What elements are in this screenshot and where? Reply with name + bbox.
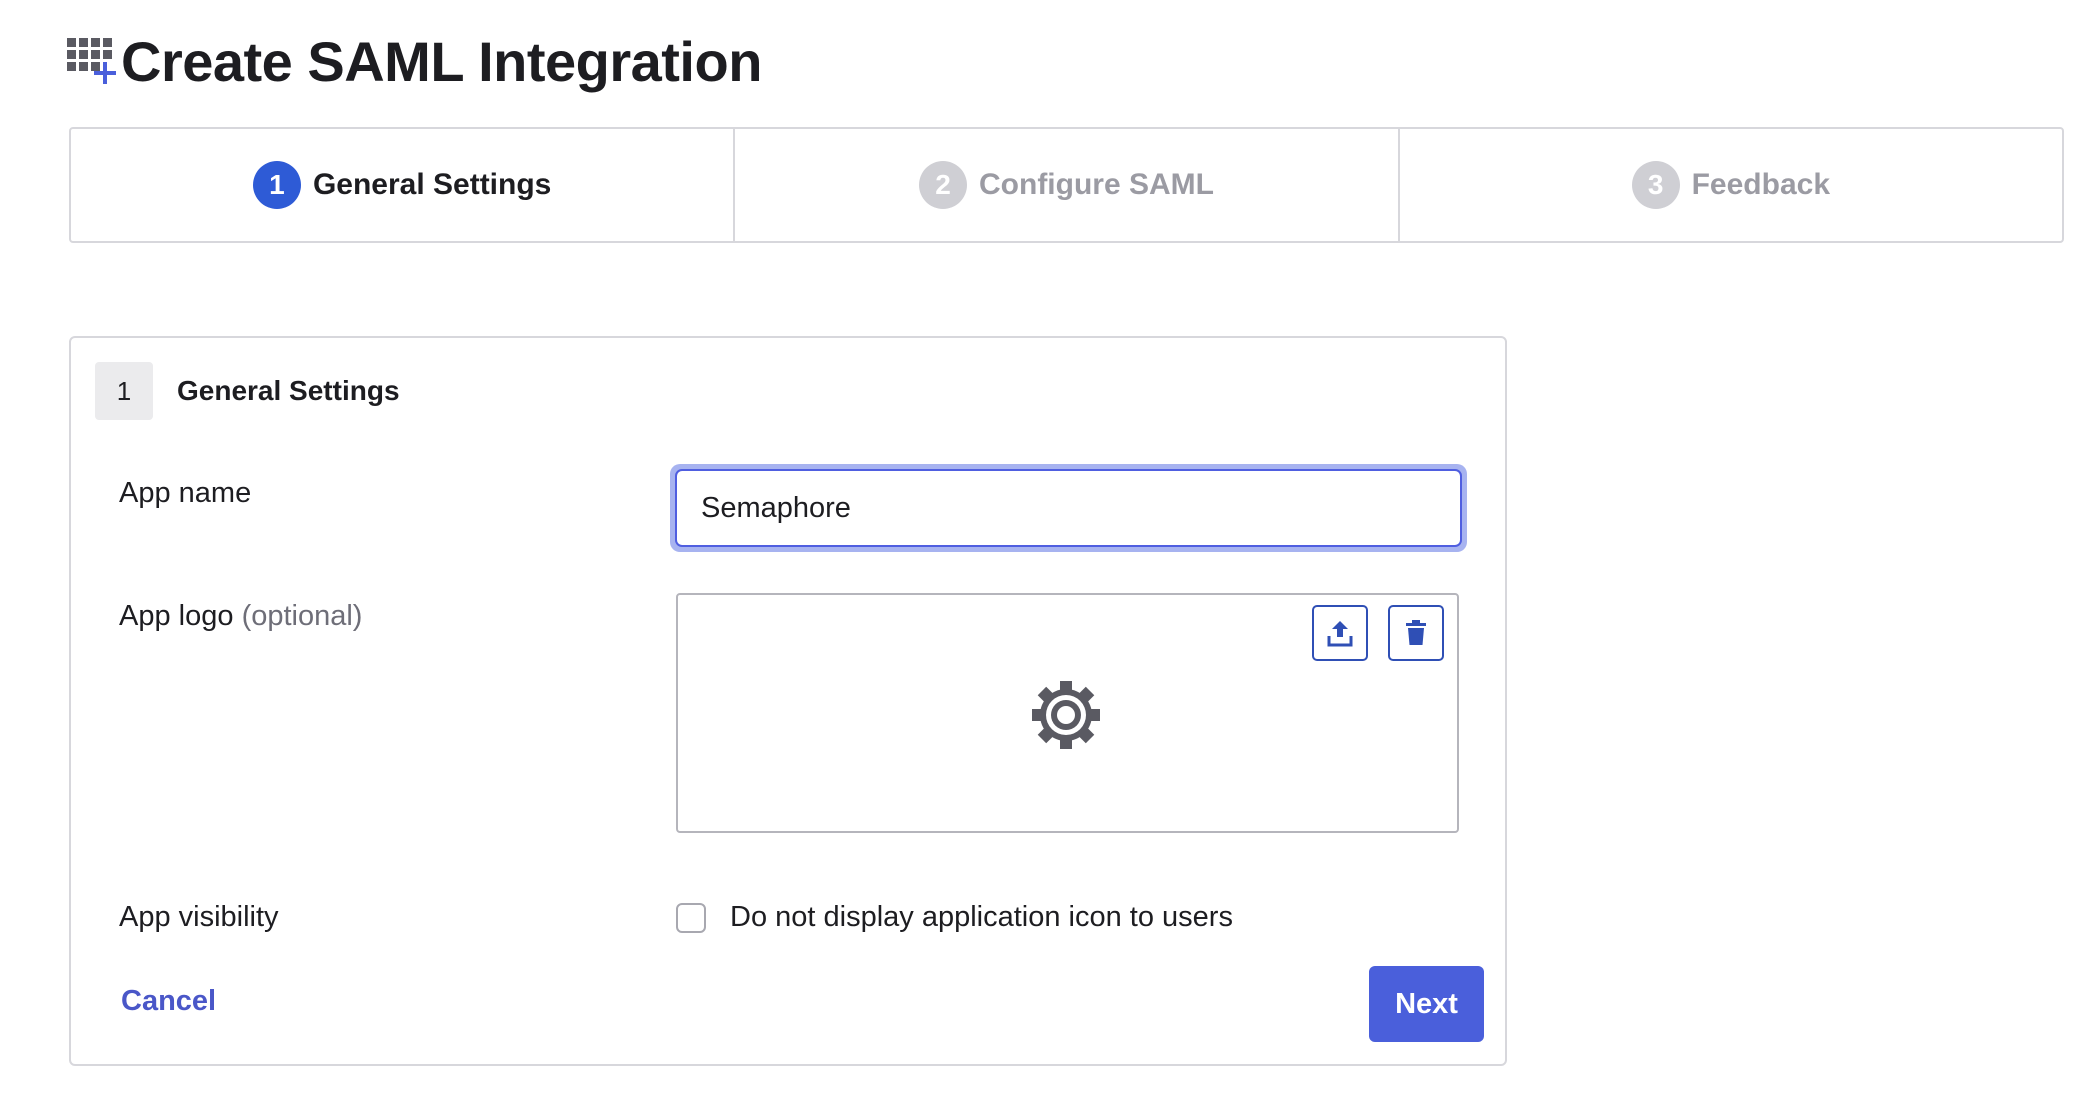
step-number-badge: 3 xyxy=(1631,161,1680,209)
step-number-badge: 1 xyxy=(252,161,301,209)
create-saml-page: Create SAML Integration 1 General Settin… xyxy=(0,0,2092,1094)
step-label: General Settings xyxy=(312,168,552,201)
upload-logo-button[interactable] xyxy=(1312,605,1368,661)
general-settings-card: 1 General Settings App name App logo (op… xyxy=(69,336,1507,1066)
cancel-link[interactable]: Cancel xyxy=(121,985,216,1018)
app-logo-dropzone[interactable] xyxy=(676,593,1459,833)
section-number: 1 xyxy=(95,362,153,420)
step-configure-saml[interactable]: 2 Configure SAML xyxy=(733,129,1397,241)
gear-icon xyxy=(1028,677,1104,758)
page-header: Create SAML Integration xyxy=(67,28,762,96)
section-title: General Settings xyxy=(177,375,400,406)
page-title: Create SAML Integration xyxy=(121,30,762,93)
app-visibility-label: App visibility xyxy=(119,901,279,933)
app-logo-label: App logo (optional) xyxy=(119,600,362,633)
section-header: 1 General Settings xyxy=(95,362,400,420)
app-logo-label-text: App logo xyxy=(119,600,234,632)
app-name-label: App name xyxy=(119,477,252,509)
optional-hint: (optional) xyxy=(241,600,363,632)
trash-icon xyxy=(1406,620,1426,645)
next-button[interactable]: Next xyxy=(1369,966,1484,1042)
app-visibility-option[interactable]: Do not display application icon to users xyxy=(676,901,1233,934)
hide-icon-checkbox[interactable] xyxy=(676,902,706,933)
upload-icon xyxy=(1327,621,1353,647)
app-name-focus-ring xyxy=(670,464,1467,552)
app-grid-add-icon xyxy=(67,32,119,92)
wizard-stepper: 1 General Settings 2 Configure SAML 3 Fe… xyxy=(69,127,2064,243)
step-label: Feedback xyxy=(1691,168,1831,201)
step-number-badge: 2 xyxy=(919,161,967,209)
delete-logo-button[interactable] xyxy=(1388,605,1444,661)
step-feedback[interactable]: 3 Feedback xyxy=(1397,129,2062,241)
app-name-input[interactable] xyxy=(675,469,1462,547)
step-general-settings[interactable]: 1 General Settings xyxy=(71,129,733,241)
step-label: Configure SAML xyxy=(979,168,1214,201)
hide-icon-checkbox-label[interactable]: Do not display application icon to users xyxy=(730,901,1233,934)
